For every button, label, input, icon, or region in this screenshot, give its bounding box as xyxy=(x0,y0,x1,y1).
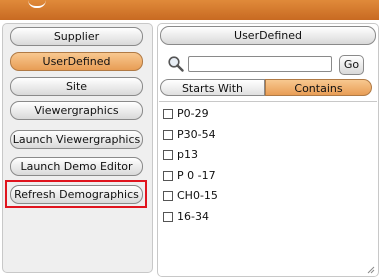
userdefined-button[interactable]: UserDefined xyxy=(10,52,143,71)
checkbox[interactable] xyxy=(163,130,173,140)
list-item[interactable]: CH0-15 xyxy=(163,189,218,203)
viewergraphics-button[interactable]: Viewergraphics xyxy=(10,101,143,120)
resize-grip-icon[interactable] xyxy=(365,264,375,274)
left-menu-panel: Supplier UserDefined Site Viewergraphics… xyxy=(2,23,153,273)
search-icon xyxy=(168,56,184,72)
launch-demo-editor-button[interactable]: Launch Demo Editor xyxy=(10,157,143,176)
starts-with-toggle[interactable]: Starts With xyxy=(160,79,265,96)
checkbox[interactable] xyxy=(163,109,173,119)
go-button[interactable]: Go xyxy=(339,55,364,75)
swirl-logo-icon xyxy=(28,0,46,8)
item-list: P0-29 P30-54 p13 P 0 -17 CH0-15 16-34 xyxy=(159,101,377,276)
list-item[interactable]: P0-29 xyxy=(163,107,209,121)
checkbox[interactable] xyxy=(163,191,173,201)
search-input[interactable] xyxy=(188,56,332,72)
refresh-demographics-button[interactable]: Refresh Demographics xyxy=(10,185,143,204)
supplier-button[interactable]: Supplier xyxy=(10,27,143,46)
site-button[interactable]: Site xyxy=(10,77,143,96)
contains-toggle[interactable]: Contains xyxy=(265,79,372,96)
list-item[interactable]: p13 xyxy=(163,148,198,162)
checkbox[interactable] xyxy=(163,171,173,181)
list-item[interactable]: 16-34 xyxy=(163,210,209,224)
launch-viewergraphics-button[interactable]: Launch Viewergraphics xyxy=(10,130,143,149)
checkbox[interactable] xyxy=(163,150,173,160)
top-bar xyxy=(0,0,379,20)
list-item[interactable]: P30-54 xyxy=(163,128,216,142)
panel-title: UserDefined xyxy=(160,26,376,45)
list-item[interactable]: P 0 -17 xyxy=(163,169,216,183)
checkbox[interactable] xyxy=(163,212,173,222)
right-filter-panel: UserDefined Go Starts With Contains P0-2… xyxy=(157,23,379,277)
